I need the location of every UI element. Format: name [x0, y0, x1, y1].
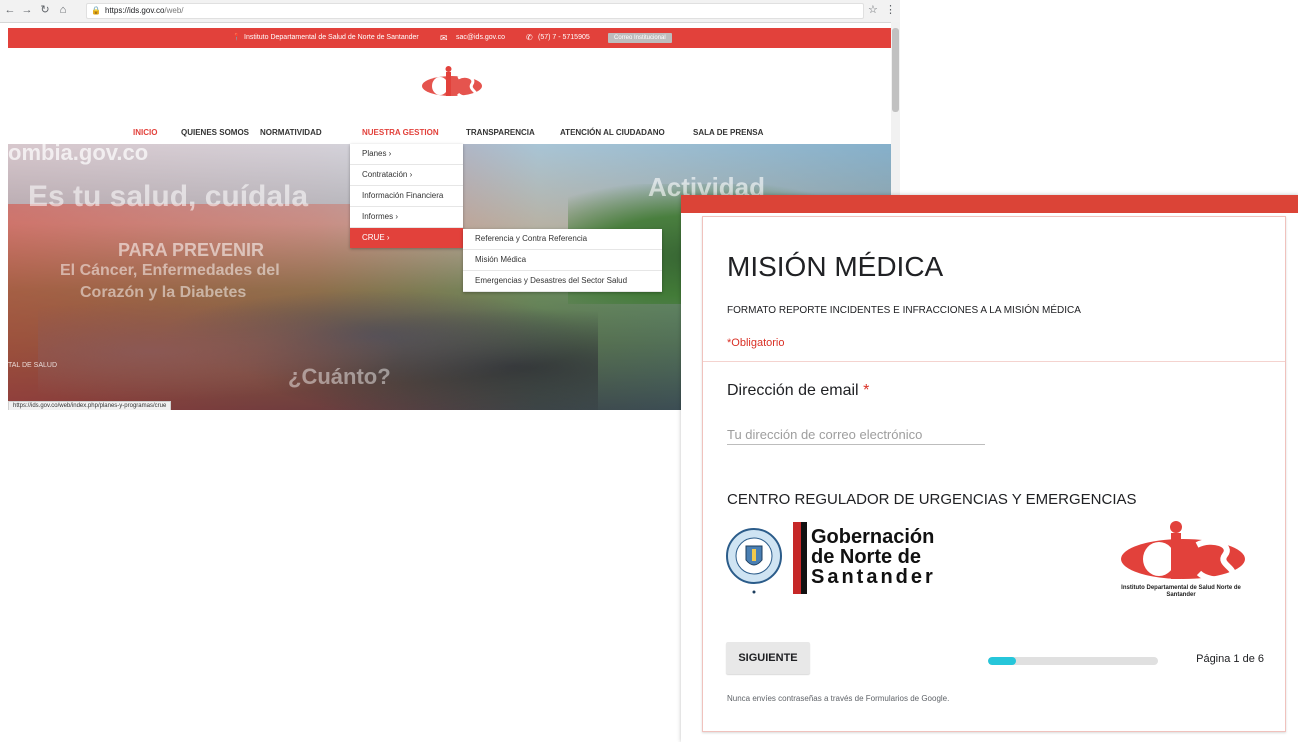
required-note: *Obligatorio: [727, 337, 785, 349]
lock-icon: 🔒: [91, 6, 101, 15]
site-top-bar: 📍 Instituto Departamental de Salud de No…: [8, 28, 891, 48]
nav-inicio[interactable]: INICIO: [133, 128, 157, 137]
email-question-label: Dirección de email *: [727, 382, 869, 400]
submenu-item-mision-medica[interactable]: Misión Médica: [463, 250, 662, 271]
correo-institucional-button[interactable]: Correo Institucional: [608, 33, 672, 43]
nav-atencion-ciudadano[interactable]: ATENCIÓN AL CIUDADANO: [560, 128, 665, 137]
crue-submenu: Referencia y Contra Referencia Misión Mé…: [463, 229, 662, 292]
browser-toolbar: ← → ↻ ⌂ 🔒 https://ids.gov.co/web/ ☆ ⋮: [0, 0, 900, 23]
contact-email-link[interactable]: sac@ids.gov.co: [456, 28, 505, 48]
home-icon[interactable]: ⌂: [56, 3, 70, 17]
nav-normatividad[interactable]: NORMATIVIDAD: [260, 128, 322, 137]
status-url-bar: https://ids.gov.co/web/index.php/planes-…: [8, 401, 172, 410]
gobernacion-seal-icon: [726, 528, 782, 594]
back-icon[interactable]: ←: [3, 3, 17, 17]
form-panel: MISIÓN MÉDICA FORMATO REPORTE INCIDENTES…: [702, 216, 1286, 732]
dropdown-item-contratacion[interactable]: Contratación ›: [350, 165, 463, 186]
contact-phone: (57) 7 - 5715905: [538, 34, 590, 41]
gobernacion-flag-black: [801, 522, 807, 594]
dropdown-item-crue[interactable]: CRUE ›: [350, 228, 463, 248]
ids-caption: Instituto Departamental de Salud Norte d…: [1121, 585, 1241, 598]
url-host: https://ids.gov.co: [104, 6, 165, 15]
main-navigation: INICIO QUIENES SOMOS NORMATIVIDAD NUESTR…: [8, 124, 891, 144]
gobernacion-flag-red: [793, 522, 801, 594]
scrollbar-thumb[interactable]: [892, 28, 899, 112]
gobernacion-line-1: Gobernación: [811, 526, 935, 548]
google-form-window: MISIÓN MÉDICA FORMATO REPORTE INCIDENTES…: [681, 195, 1298, 742]
nuestra-gestion-dropdown: Planes › Contratación › Información Fina…: [350, 144, 463, 248]
nav-sala-de-prensa[interactable]: SALA DE PRENSA: [693, 128, 763, 137]
reload-icon[interactable]: ↻: [38, 3, 52, 17]
banner-corazon-line: Corazón y la Diabetes: [80, 284, 247, 301]
browser-menu-icon[interactable]: ⋮: [885, 3, 896, 16]
banner-slogan: Es tu salud, cuídala: [28, 180, 309, 213]
dropdown-item-informacion-financiera[interactable]: Información Financiera: [350, 186, 463, 207]
banner-salud-label: TAL DE SALUD: [8, 362, 58, 369]
gobernacion-line-3: Santander: [811, 566, 936, 588]
banner-url-text: ombia.gov.co: [8, 144, 149, 165]
gobernacion-line-2: de Norte de: [811, 546, 922, 568]
form-divider: [703, 361, 1285, 362]
progress-fill: [988, 657, 1017, 665]
progress-bar: [988, 657, 1158, 665]
bookmark-star-icon[interactable]: ☆: [868, 3, 878, 16]
location-pin-icon: 📍: [232, 34, 241, 41]
page-indicator: Página 1 de 6: [1196, 653, 1264, 665]
nav-nuestra-gestion[interactable]: NUESTRA GESTION: [362, 128, 439, 137]
form-footer-note: Nunca envíes contraseñas a través de For…: [727, 694, 950, 703]
forward-icon[interactable]: →: [20, 3, 34, 17]
submenu-item-emergencias[interactable]: Emergencias y Desastres del Sector Salud: [463, 271, 662, 292]
next-button[interactable]: SIGUIENTE: [726, 642, 810, 674]
url-path: /web/: [164, 6, 184, 15]
form-header-stripe: [681, 195, 1298, 213]
dropdown-item-planes[interactable]: Planes ›: [350, 144, 463, 165]
dropdown-item-informes[interactable]: Informes ›: [350, 207, 463, 228]
phone-icon: ✆: [526, 33, 533, 42]
nav-transparencia[interactable]: TRANSPARENCIA: [466, 128, 535, 137]
banner-prevenir: PARA PREVENIR: [118, 240, 265, 260]
nav-quienes-somos[interactable]: QUIENES SOMOS: [181, 128, 249, 137]
ids-site-logo[interactable]: [418, 64, 486, 104]
ids-logo-icon: [1121, 521, 1245, 583]
address-bar[interactable]: 🔒 https://ids.gov.co/web/: [86, 3, 864, 19]
banner-cancer-line: El Cáncer, Enfermedades del: [60, 262, 280, 279]
banner-cuanto: ¿Cuánto?: [288, 364, 391, 389]
submenu-item-referencia[interactable]: Referencia y Contra Referencia: [463, 229, 662, 250]
email-field[interactable]: [727, 424, 985, 445]
mail-icon: ✉: [440, 33, 448, 43]
institution-name: Instituto Departamental de Salud de Nort…: [244, 34, 419, 41]
form-title: MISIÓN MÉDICA: [727, 251, 944, 282]
form-description: FORMATO REPORTE INCIDENTES E INFRACCIONE…: [727, 305, 1081, 316]
section-title: CENTRO REGULADOR DE URGENCIAS Y EMERGENC…: [727, 491, 1137, 508]
email-question-text: Dirección de email: [727, 382, 859, 399]
required-star: *: [863, 382, 870, 399]
